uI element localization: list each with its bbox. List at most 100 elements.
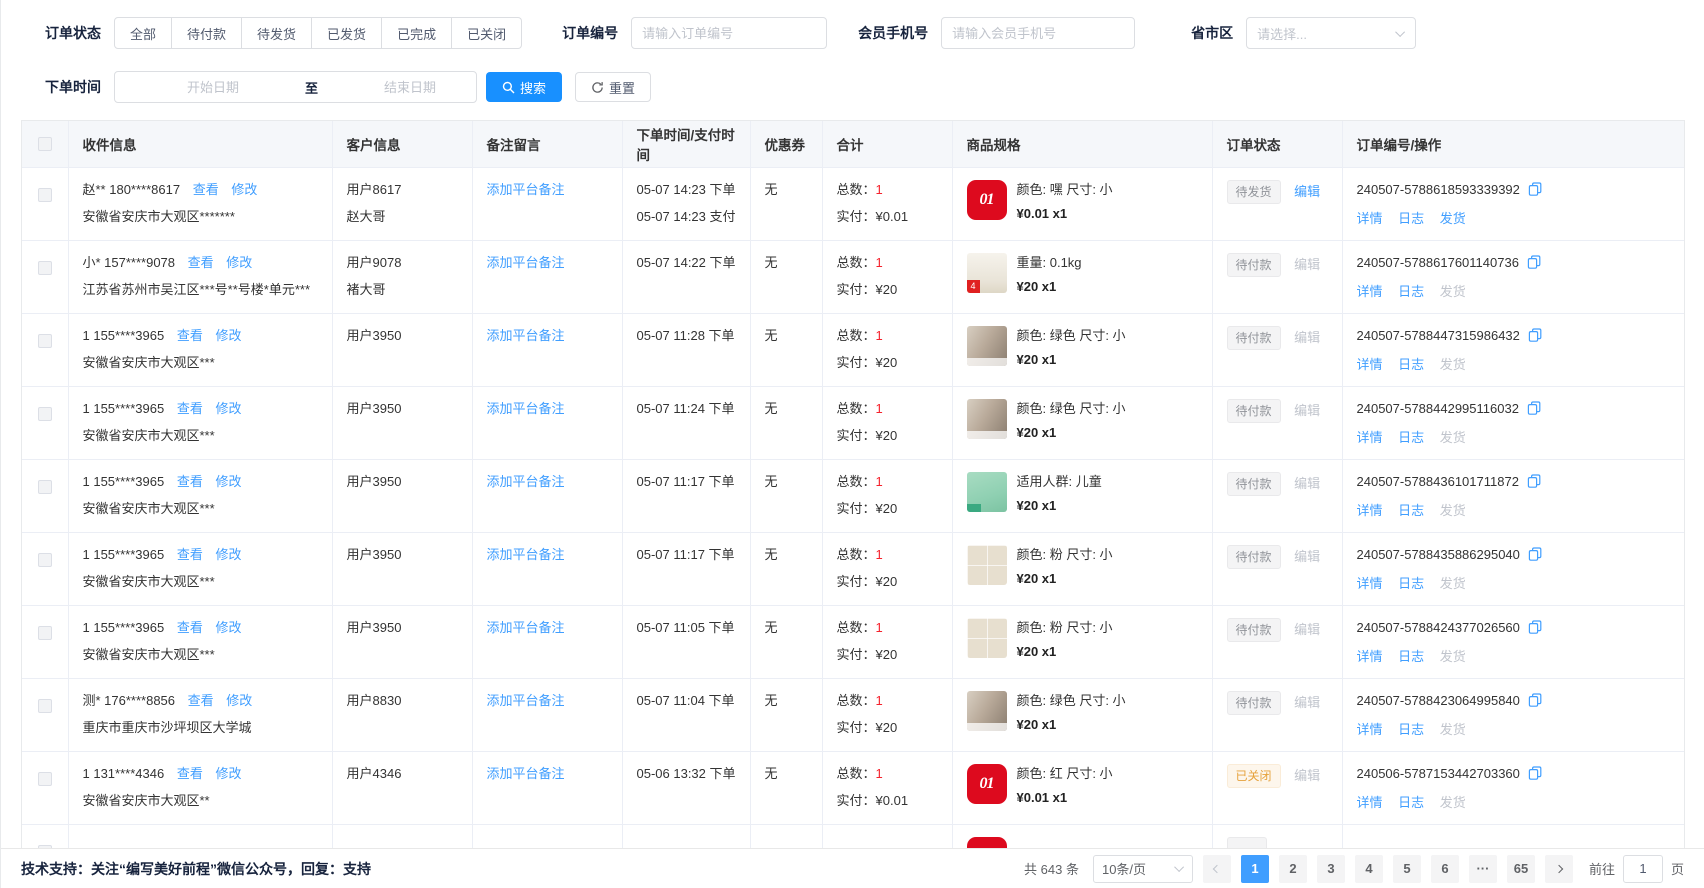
view-link[interactable]: 查看 — [177, 620, 203, 635]
add-platform-note-link[interactable]: 添加平台备注 — [487, 401, 565, 416]
page-size-select[interactable]: 10条/页 — [1093, 855, 1193, 883]
view-link[interactable]: 查看 — [177, 474, 203, 489]
log-link[interactable]: 日志 — [1398, 284, 1424, 299]
add-platform-note-link[interactable]: 添加平台备注 — [487, 620, 565, 635]
row-checkbox[interactable] — [38, 480, 52, 494]
edit-link[interactable]: 编辑 — [1294, 184, 1320, 199]
log-link[interactable]: 日志 — [1398, 430, 1424, 445]
modify-link[interactable]: 修改 — [231, 182, 257, 197]
edit-link[interactable]: 编辑 — [1294, 695, 1320, 710]
edit-link[interactable]: 编辑 — [1294, 257, 1320, 272]
add-platform-note-link[interactable]: 添加平台备注 — [487, 328, 565, 343]
row-checkbox[interactable] — [38, 261, 52, 275]
page-button-2[interactable]: 2 — [1279, 855, 1307, 883]
row-checkbox[interactable] — [38, 772, 52, 786]
modify-link[interactable]: 修改 — [215, 620, 241, 635]
ship-link[interactable]: 发货 — [1440, 284, 1466, 299]
detail-link[interactable]: 详情 — [1357, 357, 1383, 372]
row-checkbox[interactable] — [38, 188, 52, 202]
status-tab-all[interactable]: 全部 — [114, 17, 172, 49]
product-thumbnail[interactable]: 01 — [967, 180, 1007, 220]
copy-icon[interactable] — [1527, 401, 1541, 421]
edit-link[interactable]: 编辑 — [1294, 549, 1320, 564]
row-checkbox[interactable] — [38, 699, 52, 713]
row-checkbox[interactable] — [38, 334, 52, 348]
page-button-3[interactable]: 3 — [1317, 855, 1345, 883]
add-platform-note-link[interactable]: 添加平台备注 — [487, 255, 565, 270]
status-tab-closed[interactable]: 已关闭 — [452, 17, 522, 49]
product-thumbnail[interactable] — [967, 253, 1007, 293]
log-link[interactable]: 日志 — [1398, 649, 1424, 664]
detail-link[interactable]: 详情 — [1357, 211, 1383, 226]
view-link[interactable]: 查看 — [177, 328, 203, 343]
add-platform-note-link[interactable]: 添加平台备注 — [487, 766, 565, 781]
product-thumbnail[interactable] — [967, 618, 1007, 658]
jump-page-input[interactable] — [1623, 855, 1663, 883]
next-page-button[interactable] — [1545, 855, 1573, 883]
end-date-input[interactable] — [322, 80, 498, 95]
log-link[interactable]: 日志 — [1398, 357, 1424, 372]
page-button-last[interactable]: 65 — [1507, 855, 1535, 883]
reset-button[interactable]: 重置 — [575, 72, 651, 102]
ship-link[interactable]: 发货 — [1440, 722, 1466, 737]
status-tab-pending-payment[interactable]: 待付款 — [172, 17, 242, 49]
view-link[interactable]: 查看 — [177, 547, 203, 562]
modify-link[interactable]: 修改 — [215, 328, 241, 343]
log-link[interactable]: 日志 — [1398, 503, 1424, 518]
product-thumbnail[interactable] — [967, 837, 1007, 849]
row-checkbox[interactable] — [38, 626, 52, 640]
product-thumbnail[interactable] — [967, 472, 1007, 512]
copy-icon[interactable] — [1528, 182, 1542, 202]
log-link[interactable]: 日志 — [1398, 722, 1424, 737]
add-platform-note-link[interactable]: 添加平台备注 — [487, 547, 565, 562]
modify-link[interactable]: 修改 — [215, 474, 241, 489]
product-thumbnail[interactable]: 01 — [967, 764, 1007, 804]
product-thumbnail[interactable] — [967, 326, 1007, 366]
prev-page-button[interactable] — [1203, 855, 1231, 883]
ship-link[interactable]: 发货 — [1440, 430, 1466, 445]
product-thumbnail[interactable] — [967, 399, 1007, 439]
page-button-6[interactable]: 6 — [1431, 855, 1459, 883]
edit-link[interactable]: 编辑 — [1294, 403, 1320, 418]
ship-link[interactable]: 发货 — [1440, 649, 1466, 664]
page-button-4[interactable]: 4 — [1355, 855, 1383, 883]
view-link[interactable]: 查看 — [188, 693, 214, 708]
modify-link[interactable]: 修改 — [226, 255, 252, 270]
edit-link[interactable]: 编辑 — [1294, 330, 1320, 345]
page-button-1[interactable]: 1 — [1241, 855, 1269, 883]
select-all-checkbox[interactable] — [38, 137, 52, 151]
view-link[interactable]: 查看 — [193, 182, 219, 197]
copy-icon[interactable] — [1528, 693, 1542, 713]
row-checkbox[interactable] — [38, 553, 52, 567]
ship-link[interactable]: 发货 — [1440, 357, 1466, 372]
log-link[interactable]: 日志 — [1398, 211, 1424, 226]
row-checkbox[interactable] — [38, 407, 52, 421]
date-range-picker[interactable]: 至 — [114, 71, 477, 103]
search-button[interactable]: 搜索 — [486, 72, 562, 102]
detail-link[interactable]: 详情 — [1357, 722, 1383, 737]
order-no-input[interactable] — [631, 17, 827, 49]
modify-link[interactable]: 修改 — [215, 401, 241, 416]
ship-link[interactable]: 发货 — [1440, 211, 1466, 226]
view-link[interactable]: 查看 — [177, 766, 203, 781]
log-link[interactable]: 日志 — [1398, 795, 1424, 810]
detail-link[interactable]: 详情 — [1357, 649, 1383, 664]
detail-link[interactable]: 详情 — [1357, 795, 1383, 810]
detail-link[interactable]: 详情 — [1357, 503, 1383, 518]
view-link[interactable]: 查看 — [177, 401, 203, 416]
modify-link[interactable]: 修改 — [226, 693, 252, 708]
copy-icon[interactable] — [1527, 474, 1541, 494]
edit-link[interactable]: 编辑 — [1294, 622, 1320, 637]
add-platform-note-link[interactable]: 添加平台备注 — [487, 182, 565, 197]
status-tab-completed[interactable]: 已完成 — [382, 17, 452, 49]
detail-link[interactable]: 详情 — [1357, 576, 1383, 591]
product-thumbnail[interactable] — [967, 691, 1007, 731]
copy-icon[interactable] — [1528, 620, 1542, 640]
ship-link[interactable]: 发货 — [1440, 576, 1466, 591]
view-link[interactable]: 查看 — [188, 255, 214, 270]
modify-link[interactable]: 修改 — [215, 547, 241, 562]
status-tab-pending-shipment[interactable]: 待发货 — [242, 17, 312, 49]
copy-icon[interactable] — [1528, 547, 1542, 567]
product-thumbnail[interactable] — [967, 545, 1007, 585]
member-phone-input[interactable] — [941, 17, 1135, 49]
